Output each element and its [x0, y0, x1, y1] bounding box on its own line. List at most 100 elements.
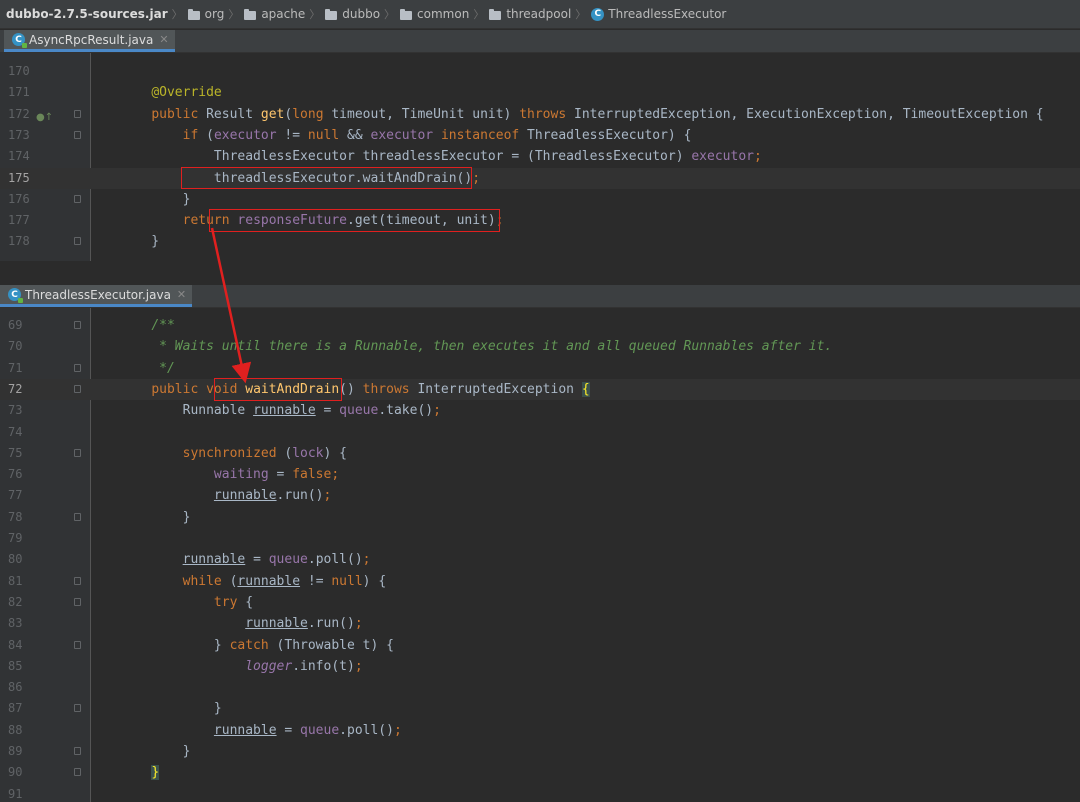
line-number[interactable]: 73 [8, 400, 38, 421]
folder-icon [400, 8, 413, 20]
fold-marker-icon[interactable] [74, 768, 81, 777]
breadcrumb-item-class[interactable]: C ThreadlessExecutor [591, 7, 726, 21]
line-number[interactable]: 71 [8, 358, 38, 379]
line-number[interactable]: 175 [8, 168, 38, 189]
code-line[interactable]: 91 [0, 784, 1080, 802]
line-number[interactable]: 176 [8, 189, 38, 210]
code-line[interactable]: 85 logger.info(t); [0, 656, 1080, 677]
line-number[interactable]: 170 [8, 61, 38, 82]
breadcrumb-item-dubbo[interactable]: dubbo [325, 7, 380, 21]
fold-marker-icon[interactable] [74, 747, 81, 755]
code-line[interactable]: 71 */ [0, 358, 1080, 379]
fold-marker-icon[interactable] [74, 363, 81, 372]
code-line[interactable]: 82 try { [0, 592, 1080, 613]
line-number[interactable]: 171 [8, 82, 38, 103]
fold-marker-icon[interactable] [74, 576, 81, 585]
breadcrumb-item-jar[interactable]: dubbo-2.7.5-sources.jar [6, 7, 168, 21]
code-line[interactable]: 175 threadlessExecutor.waitAndDrain(); [0, 167, 1080, 189]
code-line[interactable]: 75 synchronized (lock) { [0, 443, 1080, 464]
close-icon[interactable]: ✕ [159, 33, 168, 46]
fold-marker-icon[interactable] [74, 704, 81, 713]
code-editor-async-rpc-result[interactable]: 170 171 @Override 172 ●↑ public Result get(… [0, 53, 1080, 261]
code-line[interactable]: 81 while (runnable != null) { [0, 571, 1080, 592]
line-number[interactable]: 91 [8, 784, 38, 802]
line-number[interactable]: 75 [8, 443, 38, 464]
fold-marker-icon[interactable] [74, 237, 81, 246]
line-number[interactable]: 74 [8, 422, 38, 443]
code-line[interactable]: 76 waiting = false; [0, 464, 1080, 485]
code-editor-threadless-executor[interactable]: 69 /** 70 * Waits until there is a Runnab… [0, 308, 1080, 802]
code-token: instanceof [440, 127, 528, 143]
fold-marker-icon[interactable] [74, 597, 81, 606]
line-number[interactable]: 89 [8, 741, 38, 762]
fold-marker-icon[interactable] [74, 109, 81, 118]
line-number[interactable]: 77 [8, 485, 38, 506]
line-number[interactable]: 172 [8, 104, 38, 125]
line-number[interactable]: 88 [8, 720, 38, 741]
code-token: runnable [182, 552, 246, 568]
code-line[interactable]: 177 return responseFuture.get(timeout, u… [0, 210, 1080, 231]
code-line[interactable]: 89 } [0, 741, 1080, 762]
line-number[interactable]: 174 [8, 146, 38, 167]
code-line[interactable]: 72 public void waitAndDrain() throws Int… [0, 378, 1080, 400]
code-line[interactable]: 73 Runnable runnable = queue.take(); [0, 400, 1080, 421]
fold-marker-icon[interactable] [74, 194, 81, 203]
code-line[interactable]: 176 } [0, 189, 1080, 210]
code-line[interactable]: 172 ●↑ public Result get(long timeout, Ti… [0, 104, 1080, 125]
line-number[interactable]: 82 [8, 592, 38, 613]
breadcrumb-item-threadpool[interactable]: threadpool [489, 7, 571, 21]
fold-marker-icon[interactable] [74, 384, 81, 393]
line-number[interactable]: 79 [8, 528, 38, 549]
code-line[interactable]: 78 } [0, 507, 1080, 528]
breadcrumb-item-org[interactable]: org [187, 7, 224, 21]
line-number[interactable]: 83 [8, 613, 38, 634]
code-line[interactable]: 178 } [0, 231, 1080, 252]
fold-marker-icon[interactable] [74, 130, 81, 139]
line-number[interactable]: 85 [8, 656, 38, 677]
fold-marker-icon[interactable] [74, 640, 81, 649]
fold-marker-icon[interactable] [74, 512, 81, 521]
code-line[interactable]: 69 /** [0, 315, 1080, 336]
line-number[interactable]: 173 [8, 125, 38, 146]
line-number[interactable]: 86 [8, 677, 38, 698]
line-number[interactable]: 178 [8, 231, 38, 252]
line-number[interactable]: 84 [8, 635, 38, 656]
line-number[interactable]: 78 [8, 507, 38, 528]
line-number[interactable]: 69 [8, 315, 38, 336]
code-line[interactable]: 70 * Waits until there is a Runnable, th… [0, 336, 1080, 357]
code-line[interactable]: 74 [0, 422, 1080, 443]
split-divider[interactable] [0, 261, 1080, 285]
line-number[interactable]: 76 [8, 464, 38, 485]
code-token: .run() [276, 488, 324, 504]
code-token: } [120, 637, 230, 653]
line-number[interactable]: 72 [8, 379, 38, 400]
code-line[interactable]: 86 [0, 677, 1080, 698]
code-line[interactable]: 87 } [0, 698, 1080, 719]
code-line[interactable]: 90 } [0, 762, 1080, 783]
code-line[interactable]: 174 ThreadlessExecutor threadlessExecuto… [0, 146, 1080, 167]
line-number[interactable]: 87 [8, 698, 38, 719]
breadcrumb-item-common[interactable]: common [400, 7, 469, 21]
code-line[interactable]: 171 @Override [0, 82, 1080, 103]
fold-marker-icon[interactable] [74, 321, 81, 329]
code-line[interactable]: 77 runnable.run(); [0, 485, 1080, 506]
breadcrumb-item-apache[interactable]: apache [244, 7, 305, 21]
tab-async-rpc-result[interactable]: C AsyncRpcResult.java ✕ [4, 30, 175, 52]
code-line[interactable]: 84 } catch (Throwable t) { [0, 635, 1080, 656]
fold-marker-icon[interactable] [74, 448, 81, 457]
code-line[interactable]: 88 runnable = queue.poll(); [0, 720, 1080, 741]
code-line[interactable]: 79 [0, 528, 1080, 549]
tab-threadless-executor[interactable]: C ThreadlessExecutor.java ✕ [0, 285, 193, 307]
line-number[interactable]: 70 [8, 336, 38, 357]
code-line[interactable]: 80 runnable = queue.poll(); [0, 549, 1080, 570]
code-line[interactable]: 170 [0, 61, 1080, 82]
line-number[interactable]: 90 [8, 762, 38, 783]
line-number[interactable]: 177 [8, 210, 38, 231]
code-line[interactable]: 173 if (executor != null && executor ins… [0, 125, 1080, 146]
close-icon[interactable]: ✕ [177, 288, 186, 301]
code-line[interactable]: 83 runnable.run(); [0, 613, 1080, 634]
line-number[interactable]: 80 [8, 549, 38, 570]
line-number[interactable]: 81 [8, 571, 38, 592]
